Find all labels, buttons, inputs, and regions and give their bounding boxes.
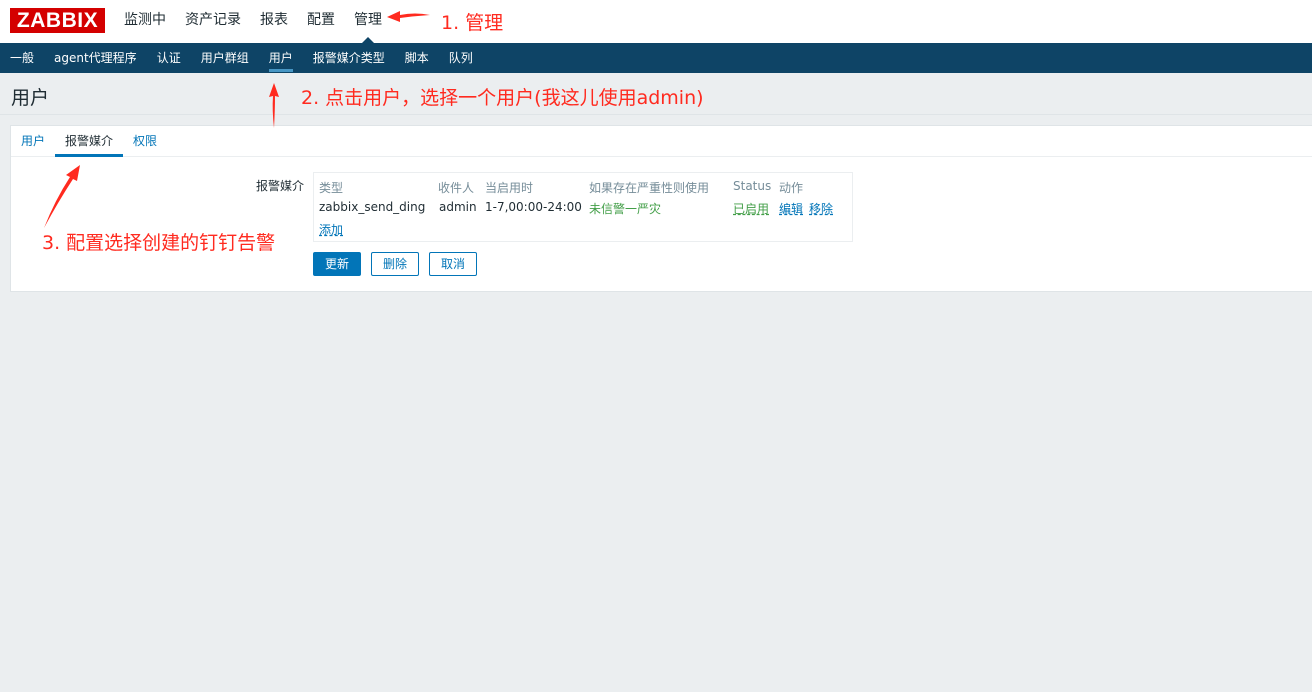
subnav-users[interactable]: 用户 <box>268 43 293 73</box>
menu-monitoring[interactable]: 监测中 <box>124 0 166 43</box>
annotation-step1: 1. 管理 <box>441 12 504 34</box>
page-title: 用户 <box>11 87 50 109</box>
media-when-active-value: 1-7,00:00-24:00 <box>485 200 582 214</box>
menu-reports[interactable]: 报表 <box>260 0 288 43</box>
media-table: 类型 收件人 当启用时 如果存在严重性则使用 Status 动作 zabbix_… <box>313 172 853 242</box>
arrow-step2-icon <box>269 83 279 128</box>
subnav-authentication[interactable]: 认证 <box>157 43 181 73</box>
media-status-toggle[interactable]: 已启用 <box>733 200 769 217</box>
annotation-step3: 3. 配置选择创建的钉钉告警 <box>42 232 276 254</box>
cancel-button[interactable]: 取消 <box>429 252 477 276</box>
top-header: ZABBIX 监测中 资产记录 报表 配置 管理 <box>0 0 1312 43</box>
delete-button[interactable]: 删除 <box>371 252 419 276</box>
menu-configuration[interactable]: 配置 <box>307 0 335 43</box>
subnav-media-types[interactable]: 报警媒介类型 <box>313 43 385 73</box>
tab-media[interactable]: 报警媒介 <box>55 126 124 157</box>
sub-navigation: 一般 agent代理程序 认证 用户群组 用户 报警媒介类型 脚本 队列 <box>0 43 1312 73</box>
zabbix-logo[interactable]: ZABBIX <box>10 8 105 33</box>
subnav-user-groups[interactable]: 用户群组 <box>201 43 249 73</box>
media-remove-link[interactable]: 移除 <box>809 200 833 217</box>
col-header-severity: 如果存在严重性则使用 <box>589 181 710 195</box>
menu-inventory[interactable]: 资产记录 <box>185 0 241 43</box>
col-header-recipient: 收件人 <box>438 181 475 195</box>
col-header-when-active: 当启用时 <box>485 181 534 195</box>
subnav-proxies[interactable]: agent代理程序 <box>54 43 137 73</box>
col-header-action: 动作 <box>779 181 804 195</box>
media-field-label: 报警媒介 <box>255 179 304 193</box>
main-menu: 监测中 资产记录 报表 配置 管理 <box>124 0 401 43</box>
tab-permissions[interactable]: 权限 <box>133 126 157 157</box>
user-form-panel: 用户 报警媒介 权限 报警媒介 类型 收件人 当启用时 如果存在严重性则使用 S… <box>10 125 1312 292</box>
annotation-step2: 2. 点击用户，选择一个用户(我这儿使用admin) <box>301 87 704 109</box>
menu-administration[interactable]: 管理 <box>354 0 382 43</box>
subnav-scripts[interactable]: 脚本 <box>405 43 429 73</box>
title-divider <box>0 114 1312 115</box>
subnav-general[interactable]: 一般 <box>10 43 34 73</box>
update-button[interactable]: 更新 <box>313 252 361 276</box>
subnav-queue[interactable]: 队列 <box>449 43 473 73</box>
tab-bar: 用户 报警媒介 权限 <box>11 126 1312 157</box>
add-media-link[interactable]: 添加 <box>319 221 343 238</box>
media-recipient-value: admin <box>439 200 477 214</box>
media-type-value: zabbix_send_ding <box>319 200 426 214</box>
media-edit-link[interactable]: 编辑 <box>779 200 803 217</box>
tab-user[interactable]: 用户 <box>21 126 45 157</box>
col-header-status: Status <box>733 179 772 193</box>
col-header-type: 类型 <box>319 181 344 195</box>
media-severity-value: 未信警一严灾 <box>589 202 662 216</box>
